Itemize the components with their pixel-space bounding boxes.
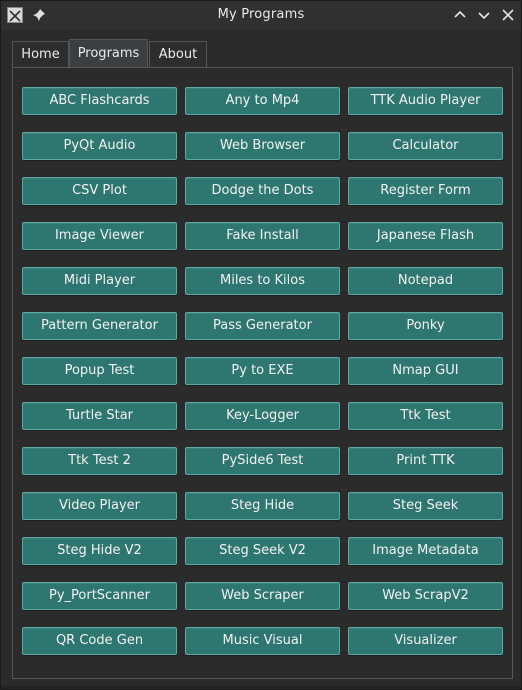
program-button-midi-player[interactable]: Midi Player: [22, 267, 177, 295]
program-button-calculator[interactable]: Calculator: [348, 132, 503, 160]
program-button-turtle-star[interactable]: Turtle Star: [22, 402, 177, 430]
program-button-visualizer[interactable]: Visualizer: [348, 627, 503, 655]
program-button-pass-generator[interactable]: Pass Generator: [185, 312, 340, 340]
program-button-image-viewer[interactable]: Image Viewer: [22, 222, 177, 250]
program-button-ttk-test-2[interactable]: Ttk Test 2: [22, 447, 177, 475]
program-button-ttk-audio-player[interactable]: TTK Audio Player: [348, 87, 503, 115]
program-button-py-to-exe[interactable]: Py to EXE: [185, 357, 340, 385]
program-button-ponky[interactable]: Ponky: [348, 312, 503, 340]
programs-panel: ABC Flashcards Any to Mp4 TTK Audio Player…: [12, 67, 513, 679]
program-button-web-browser[interactable]: Web Browser: [185, 132, 340, 160]
program-button-popup-test[interactable]: Popup Test: [22, 357, 177, 385]
program-button-nmap-gui[interactable]: Nmap GUI: [348, 357, 503, 385]
program-button-pyqt-audio[interactable]: PyQt Audio: [22, 132, 177, 160]
close-icon[interactable]: [499, 6, 517, 24]
program-button-csv-plot[interactable]: CSV Plot: [22, 177, 177, 205]
program-button-steg-hide[interactable]: Steg Hide: [185, 492, 340, 520]
program-button-steg-hide-v2[interactable]: Steg Hide V2: [22, 537, 177, 565]
program-button-fake-install[interactable]: Fake Install: [185, 222, 340, 250]
program-button-web-scraper[interactable]: Web Scraper: [185, 582, 340, 610]
program-button-miles-to-kilos[interactable]: Miles to Kilos: [185, 267, 340, 295]
program-button-qr-code-gen[interactable]: QR Code Gen: [22, 627, 177, 655]
program-button-ttk-test[interactable]: Ttk Test: [348, 402, 503, 430]
program-button-pattern-generator[interactable]: Pattern Generator: [22, 312, 177, 340]
chevron-up-icon[interactable]: [451, 6, 469, 24]
tab-about[interactable]: About: [149, 41, 207, 68]
program-button-abc-flashcards[interactable]: ABC Flashcards: [22, 87, 177, 115]
main-window: My Programs Home Programs About ABC Flas…: [0, 0, 522, 690]
program-button-py-portscanner[interactable]: Py_PortScanner: [22, 582, 177, 610]
program-button-video-player[interactable]: Video Player: [22, 492, 177, 520]
program-button-web-scrapv2[interactable]: Web ScrapV2: [348, 582, 503, 610]
program-button-notepad[interactable]: Notepad: [348, 267, 503, 295]
program-button-japanese-flash[interactable]: Japanese Flash: [348, 222, 503, 250]
window-title: My Programs: [217, 7, 305, 22]
chevron-down-icon[interactable]: [475, 6, 493, 24]
program-button-print-ttk[interactable]: Print TTK: [348, 447, 503, 475]
program-button-steg-seek[interactable]: Steg Seek: [348, 492, 503, 520]
program-grid: ABC Flashcards Any to Mp4 TTK Audio Player…: [22, 87, 503, 655]
bottom-border: [1, 686, 521, 689]
program-button-image-metadata[interactable]: Image Metadata: [348, 537, 503, 565]
program-button-any-to-mp4[interactable]: Any to Mp4: [185, 87, 340, 115]
program-button-register-form[interactable]: Register Form: [348, 177, 503, 205]
tab-programs[interactable]: Programs: [69, 39, 148, 68]
program-button-dodge-the-dots[interactable]: Dodge the Dots: [185, 177, 340, 205]
program-button-music-visual[interactable]: Music Visual: [185, 627, 340, 655]
program-button-pyside6-test[interactable]: PySide6 Test: [185, 447, 340, 475]
tab-home[interactable]: Home: [12, 41, 69, 68]
title-bar[interactable]: My Programs: [1, 1, 521, 30]
program-button-key-logger[interactable]: Key-Logger: [185, 402, 340, 430]
program-button-steg-seek-v2[interactable]: Steg Seek V2: [185, 537, 340, 565]
